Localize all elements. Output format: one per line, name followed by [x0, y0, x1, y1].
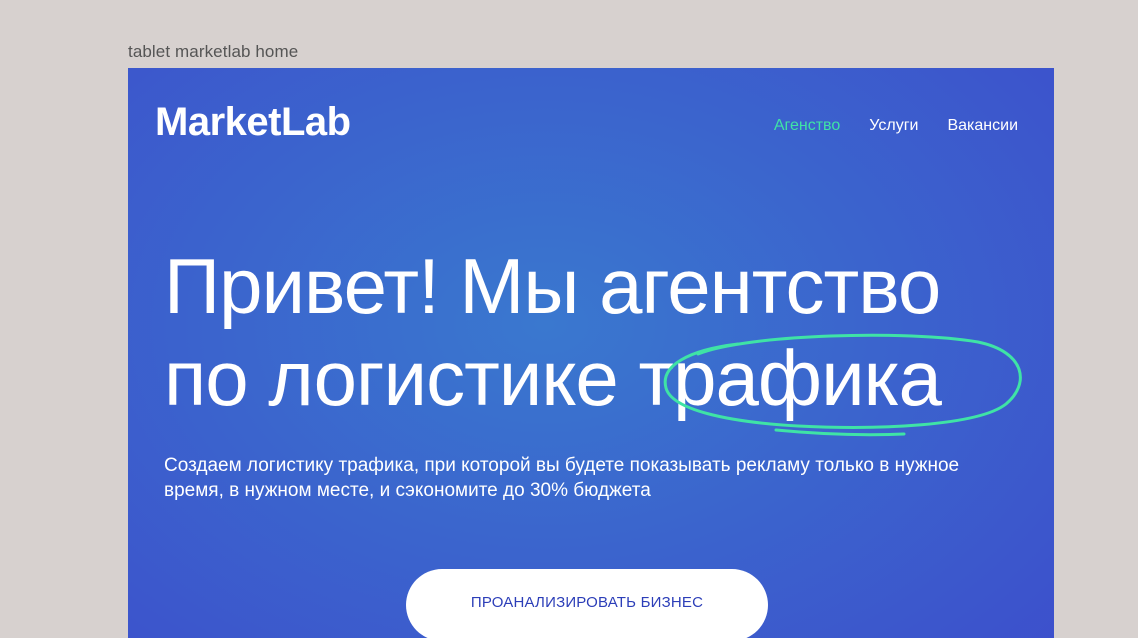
logo[interactable]: MarketLab: [155, 100, 351, 145]
analyze-business-button[interactable]: ПРОАНАЛИЗИРОВАТЬ БИЗНЕС: [406, 569, 768, 638]
hero-heading: Привет! Мы агентство по логистике трафик…: [164, 240, 942, 424]
hero-highlight-word: трафика: [638, 334, 941, 422]
nav-item-agency[interactable]: Агенство: [774, 117, 840, 135]
hero-line-2-prefix: по логистике: [164, 334, 639, 422]
main-nav: Агенство Услуги Вакансии: [774, 117, 1018, 135]
hero-line-1: Привет! Мы агентство: [164, 242, 941, 330]
nav-item-vacancies[interactable]: Вакансии: [947, 117, 1018, 135]
hero-frame: MarketLab Агенство Услуги Вакансии Приве…: [128, 68, 1054, 638]
frame-label: tablet marketlab home: [128, 42, 299, 61]
hero-subtitle: Создаем логистику трафика, при которой в…: [164, 455, 960, 501]
nav-item-services[interactable]: Услуги: [869, 117, 918, 135]
